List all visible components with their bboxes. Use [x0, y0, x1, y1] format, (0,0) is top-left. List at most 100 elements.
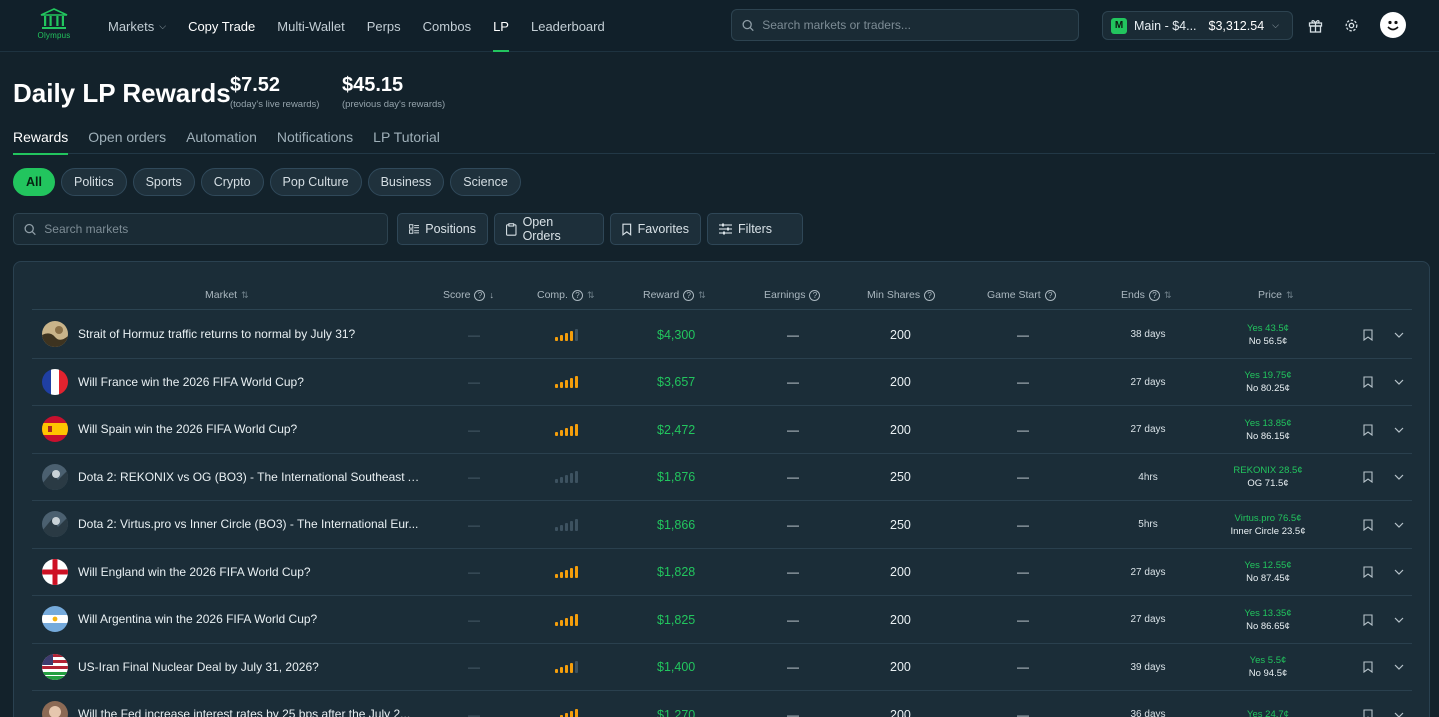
- market-title[interactable]: Will Argentina win the 2026 FIFA World C…: [78, 596, 423, 643]
- chevron-down-icon[interactable]: [1394, 501, 1404, 548]
- chevron-down-icon[interactable]: [1394, 454, 1404, 501]
- table-row[interactable]: Will Argentina win the 2026 FIFA World C…: [32, 596, 1412, 644]
- table-row[interactable]: Strait of Hormuz traffic returns to norm…: [32, 311, 1412, 359]
- col-price[interactable]: Price ⇅: [1258, 289, 1293, 301]
- chevron-down-icon[interactable]: [1394, 596, 1404, 643]
- market-title[interactable]: US-Iran Final Nuclear Deal by July 31, 2…: [78, 644, 423, 691]
- sliders-icon: [719, 223, 732, 235]
- earnings-value: —: [787, 375, 799, 389]
- category-all[interactable]: All: [13, 168, 55, 196]
- signal-bars-icon: [555, 566, 578, 578]
- signal-bars-icon: [555, 471, 578, 483]
- comp-bar: [575, 613, 578, 626]
- nav-leaderboard[interactable]: Leaderboard: [531, 0, 605, 52]
- chevron-down-icon[interactable]: [1394, 549, 1404, 596]
- bookmark-icon[interactable]: [1363, 691, 1373, 717]
- price-cell: Yes 24.7¢: [1208, 691, 1328, 717]
- bookmark-icon[interactable]: [1363, 406, 1373, 453]
- nav-markets[interactable]: Markets ⌵: [108, 0, 166, 52]
- market-title[interactable]: Will Spain win the 2026 FIFA World Cup?: [78, 406, 423, 453]
- category-politics[interactable]: Politics: [60, 168, 127, 196]
- chevron-down-icon[interactable]: [1394, 406, 1404, 453]
- comp-bar: [555, 621, 558, 626]
- gear-icon[interactable]: [1341, 15, 1361, 35]
- reward-value: $1,866: [657, 517, 696, 532]
- col-market[interactable]: Market ⇅: [205, 289, 249, 301]
- ends-value: 27 days: [1130, 424, 1166, 435]
- table-row[interactable]: Will England win the 2026 FIFA World Cup…: [32, 549, 1412, 596]
- bookmark-icon[interactable]: [1363, 549, 1373, 596]
- ends-value: 4hrs: [1138, 471, 1158, 483]
- competition-meter: [555, 644, 578, 691]
- min-shares-value: 250: [890, 517, 911, 532]
- brand-logo[interactable]: Olympus: [30, 8, 78, 42]
- bookmark-icon[interactable]: [1363, 454, 1373, 501]
- global-search-input[interactable]: [762, 18, 1078, 32]
- prev-rewards-stat: $45.15 (previous day's rewards): [342, 74, 445, 110]
- tab-lp-tutorial[interactable]: LP Tutorial: [373, 124, 440, 154]
- gift-icon[interactable]: [1305, 15, 1325, 35]
- chevron-down-icon[interactable]: [1394, 311, 1404, 358]
- bookmark-icon[interactable]: [1363, 311, 1373, 358]
- table-row[interactable]: Dota 2: Virtus.pro vs Inner Circle (BO3)…: [32, 501, 1412, 549]
- tab-rewards[interactable]: Rewards: [13, 124, 69, 155]
- nav-multi-wallet[interactable]: Multi-Wallet: [277, 0, 344, 52]
- col-score[interactable]: Score? ↓: [443, 289, 494, 301]
- col-label: Price: [1258, 289, 1282, 301]
- game-start-value: —: [1017, 612, 1029, 627]
- market-title[interactable]: Will England win the 2026 FIFA World Cup…: [78, 549, 423, 596]
- earnings-value: —: [787, 327, 799, 342]
- tab-automation[interactable]: Automation: [186, 124, 257, 154]
- col-reward[interactable]: Reward? ⇅: [643, 289, 706, 301]
- market-search-input[interactable]: [44, 222, 387, 236]
- chevron-down-icon[interactable]: [1394, 644, 1404, 691]
- filters-button[interactable]: Filters: [707, 213, 803, 245]
- category-science[interactable]: Science: [450, 168, 521, 196]
- avatar[interactable]: [1380, 12, 1406, 38]
- favorites-button[interactable]: Favorites: [610, 213, 701, 245]
- price-cell: Yes 12.55¢ No 87.45¢: [1208, 549, 1328, 596]
- bookmark-icon[interactable]: [1363, 596, 1373, 643]
- nav-perps[interactable]: Perps: [367, 0, 401, 52]
- bookmark-icon[interactable]: [1363, 501, 1373, 548]
- category-crypto[interactable]: Crypto: [200, 168, 264, 196]
- table-row[interactable]: Will France win the 2026 FIFA World Cup?…: [32, 359, 1412, 406]
- nav-lp[interactable]: LP: [493, 0, 509, 52]
- comp-bar: [565, 570, 568, 578]
- help-icon: ?: [683, 289, 695, 301]
- wallet-selector[interactable]: M Main - $4... $3,312.54 ⌵: [1102, 11, 1293, 40]
- signal-bars-icon: [555, 518, 578, 531]
- table-row[interactable]: Will the Fed increase interest rates by …: [32, 691, 1412, 717]
- chevron-down-icon[interactable]: [1394, 691, 1404, 717]
- market-title[interactable]: Dota 2: REKONIX vs OG (BO3) - The Intern…: [78, 454, 423, 501]
- col-comp[interactable]: Comp.? ⇅: [537, 289, 594, 301]
- table-row[interactable]: Will Spain win the 2026 FIFA World Cup? —…: [32, 406, 1412, 454]
- signal-bars-icon: [555, 708, 578, 717]
- nav-copy-trade[interactable]: Copy Trade: [188, 0, 255, 52]
- open-orders-label: Open Orders: [522, 215, 561, 243]
- table-row[interactable]: US-Iran Final Nuclear Deal by July 31, 2…: [32, 644, 1412, 691]
- category-sports[interactable]: Sports: [132, 168, 195, 196]
- comp-bar: [575, 566, 578, 578]
- tab-open-orders[interactable]: Open orders: [88, 124, 166, 154]
- table-row[interactable]: Dota 2: REKONIX vs OG (BO3) - The Intern…: [32, 454, 1412, 501]
- earnings-value: —: [787, 707, 799, 717]
- market-title[interactable]: Strait of Hormuz traffic returns to norm…: [78, 311, 423, 358]
- category-pop-culture[interactable]: Pop Culture: [269, 168, 362, 196]
- tab-notifications[interactable]: Notifications: [277, 124, 353, 154]
- market-title[interactable]: Dota 2: Virtus.pro vs Inner Circle (BO3)…: [78, 501, 423, 548]
- bookmark-icon[interactable]: [1363, 359, 1373, 406]
- game-start-value: —: [1017, 327, 1029, 342]
- reward-value: $1,876: [657, 470, 696, 484]
- open-orders-button[interactable]: Open Orders: [494, 213, 604, 245]
- earnings-value: —: [787, 612, 799, 627]
- col-ends[interactable]: Ends? ⇅: [1121, 289, 1171, 301]
- category-business[interactable]: Business: [367, 168, 445, 196]
- chevron-down-icon[interactable]: [1394, 359, 1404, 406]
- market-title[interactable]: Will the Fed increase interest rates by …: [78, 691, 423, 717]
- nav-combos[interactable]: Combos: [423, 0, 471, 52]
- market-title[interactable]: Will France win the 2026 FIFA World Cup?: [78, 359, 423, 406]
- positions-button[interactable]: Positions: [397, 213, 488, 245]
- price-cell: Virtus.pro 76.5¢ Inner Circle 23.5¢: [1208, 501, 1328, 548]
- bookmark-icon[interactable]: [1363, 644, 1373, 691]
